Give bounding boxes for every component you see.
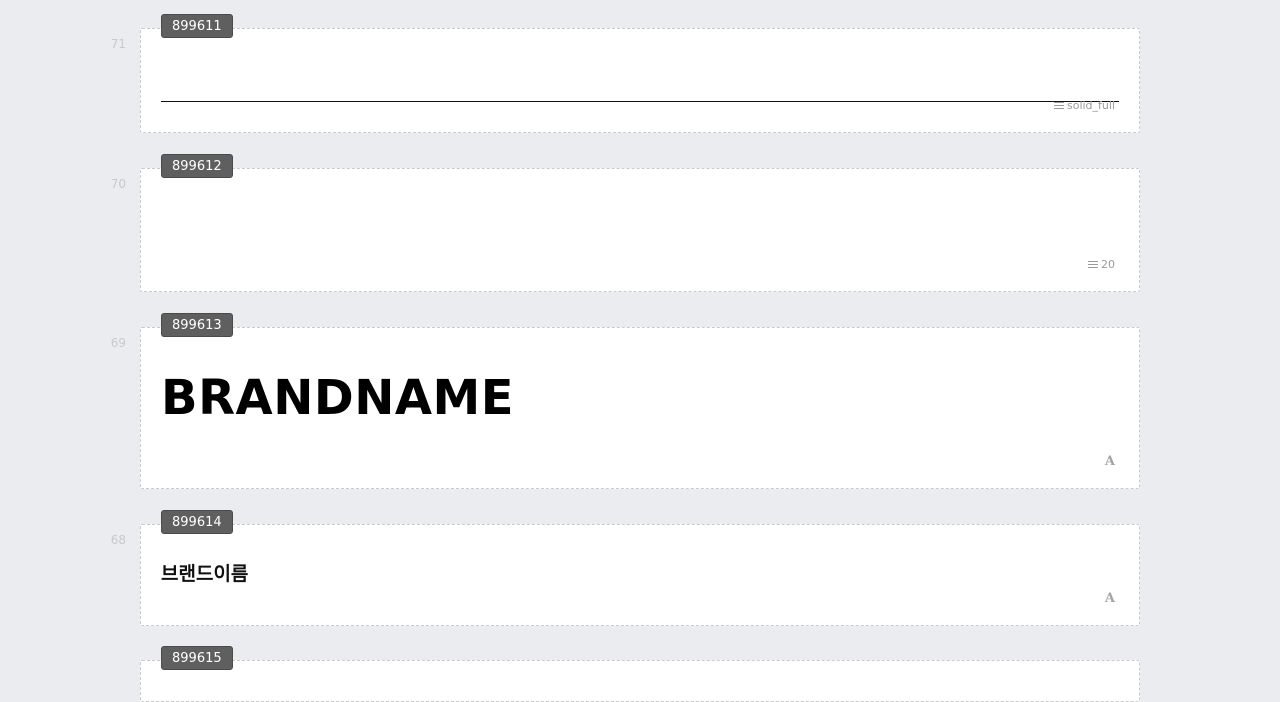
card-meta: solid_full: [1053, 99, 1115, 112]
card-meta: A: [1105, 591, 1115, 606]
row-number: 68: [110, 533, 126, 547]
meta-label: solid_full: [1066, 99, 1115, 112]
row-number: 71: [110, 37, 126, 51]
id-tag[interactable]: 899611: [161, 14, 233, 38]
font-icon: A: [1104, 454, 1115, 469]
id-tag[interactable]: 899614: [161, 510, 233, 534]
lines-icon: [1088, 260, 1098, 269]
id-tag[interactable]: 899613: [161, 313, 233, 337]
text-card[interactable]: BRANDNAME A: [140, 327, 1140, 489]
row-number: 69: [110, 336, 126, 350]
brand-name-text[interactable]: BRANDNAME: [161, 370, 514, 426]
text-card[interactable]: 브랜드이름 A: [140, 524, 1140, 626]
spacer-card[interactable]: 20: [140, 168, 1140, 292]
divider-card[interactable]: solid_full: [140, 28, 1140, 133]
brand-name-korean-text[interactable]: 브랜드이름: [161, 559, 248, 586]
font-icon: A: [1104, 591, 1115, 606]
card[interactable]: [140, 660, 1140, 702]
row-number: 70: [110, 177, 126, 191]
id-tag[interactable]: 899615: [161, 646, 233, 670]
card-meta: 20: [1088, 258, 1115, 271]
id-tag[interactable]: 899612: [161, 154, 233, 178]
solid-divider-line: [161, 101, 1119, 102]
card-meta: A: [1105, 454, 1115, 469]
meta-label: 20: [1101, 258, 1115, 271]
lines-icon: [1053, 101, 1064, 110]
